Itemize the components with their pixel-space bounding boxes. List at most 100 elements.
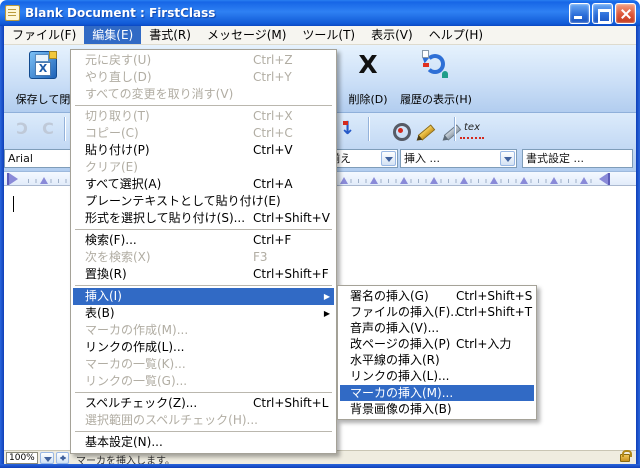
menu-item-spell-check[interactable]: スペルチェック(Z)...Ctrl+Shift+L <box>73 395 334 412</box>
submenu-item-insert-file[interactable]: ファイルの挿入(F)...Ctrl+Shift+T <box>340 304 534 320</box>
submenu-arrow-icon: ▶ <box>324 288 330 305</box>
zoom-input[interactable]: 100% <box>6 452 38 464</box>
menu-item-paste-plain-text[interactable]: プレーンテキストとして貼り付け(E) <box>73 193 334 210</box>
history-label: 履歴の表示(H) <box>396 91 476 107</box>
menu-item-label: 音声の挿入(V)... <box>350 321 439 335</box>
menu-item-cut[interactable]: 切り取り(T)Ctrl+X <box>73 108 334 125</box>
insert-combobox[interactable]: 挿入 ... <box>400 149 517 168</box>
menu-item-link-list[interactable]: リンクの一覧(G)... <box>73 373 334 390</box>
menu-item-marker-list[interactable]: マーカの一覧(K)... <box>73 356 334 373</box>
menu-item-label: 挿入(I) <box>85 289 122 303</box>
ruler-tab-marker[interactable] <box>340 177 348 184</box>
close-button[interactable] <box>615 3 636 24</box>
menu-format[interactable]: 書式(R) <box>141 26 199 44</box>
menu-item-label: リンクの作成(L)... <box>85 340 185 354</box>
minimize-button[interactable] <box>569 3 590 24</box>
left-indent-marker[interactable] <box>9 173 18 185</box>
menu-item-shortcut: Ctrl+Y <box>253 69 292 86</box>
menu-item-label: 選択範囲のスペルチェック(H)... <box>85 413 258 427</box>
menu-tools[interactable]: ツール(T) <box>294 26 363 44</box>
ruler-tab-marker[interactable] <box>580 177 588 184</box>
menu-item-create-link[interactable]: リンクの作成(L)... <box>73 339 334 356</box>
menu-item-shortcut: Ctrl+Z <box>253 52 293 69</box>
menu-item-label: 水平線の挿入(R) <box>350 353 440 367</box>
floppy-x-glyph: X <box>35 62 51 76</box>
menu-item-undo[interactable]: 元に戻す(U) Ctrl+Z <box>73 52 334 69</box>
format-settings-combobox[interactable]: 書式設定 ... <box>522 149 633 168</box>
chevron-down-icon[interactable] <box>500 151 515 166</box>
menu-item-label: 元に戻す(U) <box>85 53 151 67</box>
history-icon <box>421 50 451 80</box>
menu-item-shortcut: F3 <box>253 249 268 266</box>
menu-item-revert-all[interactable]: すべての変更を取り消す(V) <box>73 86 334 103</box>
ruler-tab-marker[interactable] <box>460 177 468 184</box>
menu-item-label: 切り取り(T) <box>85 109 150 123</box>
ruler-tab-marker[interactable] <box>430 177 438 184</box>
submenu-item-insert-signature[interactable]: 署名の挿入(G)Ctrl+Shift+S <box>340 288 534 304</box>
menu-item-label: マーカの挿入(M)... <box>350 386 453 400</box>
submenu-item-insert-voice[interactable]: 音声の挿入(V)... <box>340 320 534 336</box>
menu-item-label: 背景画像の挿入(B) <box>350 402 452 416</box>
menu-item-find-next[interactable]: 次を検索(X)F3 <box>73 249 334 266</box>
menu-item-paste-special[interactable]: 形式を選択して貼り付け(S)...Ctrl+Shift+V <box>73 210 334 227</box>
menu-item-label: リンクの挿入(L)... <box>350 369 450 383</box>
menu-help[interactable]: ヘルプ(H) <box>421 26 491 44</box>
ruler-tab-marker[interactable] <box>490 177 498 184</box>
menu-item-label: やり直し(D) <box>85 70 152 84</box>
window-border-left <box>0 26 4 468</box>
titlebar[interactable]: Blank Document : FirstClass <box>0 0 640 26</box>
spell-check-icon[interactable]: tex <box>460 119 484 139</box>
save-close-button[interactable]: X 保存して閉 <box>10 47 76 110</box>
menu-item-label: 形式を選択して貼り付け(S)... <box>85 211 245 225</box>
insert-download-icon[interactable]: ↓ <box>340 118 355 139</box>
menu-edit[interactable]: 編集(E) <box>84 26 141 44</box>
history-person <box>442 71 448 78</box>
zoom-spinner[interactable] <box>56 452 69 464</box>
ruler-tab-marker[interactable] <box>550 177 558 184</box>
menu-item-select-all[interactable]: すべて選択(A)Ctrl+A <box>73 176 334 193</box>
history-page <box>422 50 429 58</box>
submenu-item-insert-link[interactable]: リンクの挿入(L)... <box>340 368 534 384</box>
menu-item-create-marker[interactable]: マーカの作成(M)... <box>73 322 334 339</box>
undo-icon[interactable]: C <box>10 117 34 141</box>
menu-file[interactable]: ファイル(F) <box>4 26 84 44</box>
show-history-button[interactable]: 履歴の表示(H) <box>396 47 476 110</box>
menu-item-label: マーカの一覧(K)... <box>85 357 186 371</box>
menu-item-label: 貼り付け(P) <box>85 143 150 157</box>
menu-item-spell-check-selection[interactable]: 選択範囲のスペルチェック(H)... <box>73 412 334 429</box>
submenu-item-insert-marker[interactable]: マーカの挿入(M)... <box>340 385 534 401</box>
menu-item-insert[interactable]: 挿入(I) ▶ <box>73 288 334 305</box>
maximize-button[interactable] <box>592 3 613 24</box>
menu-item-label: 検索(F)... <box>85 233 137 247</box>
ruler-tab-marker[interactable] <box>370 177 378 184</box>
zoom-dropdown-icon[interactable] <box>40 452 54 464</box>
toolbar-separator <box>368 117 369 141</box>
menu-view[interactable]: 表示(V) <box>363 26 421 44</box>
delete-button[interactable]: X 削除(D) <box>340 47 396 110</box>
ruler-tab-marker[interactable] <box>400 177 408 184</box>
menu-item-preferences[interactable]: 基本設定(N)... <box>73 434 334 451</box>
menu-item-find[interactable]: 検索(F)...Ctrl+F <box>73 232 334 249</box>
menu-item-replace[interactable]: 置換(R)Ctrl+Shift+F <box>73 266 334 283</box>
submenu-item-insert-page-break[interactable]: 改ページの挿入(P)Ctrl+入力 <box>340 336 534 352</box>
text-caret <box>13 196 14 212</box>
font-value: Arial <box>8 152 33 165</box>
redo-icon[interactable]: C <box>36 117 60 141</box>
menu-item-shortcut: Ctrl+A <box>253 176 293 193</box>
submenu-item-insert-background-image[interactable]: 背景画像の挿入(B) <box>340 401 534 417</box>
app-window: Blank Document : FirstClass ファイル(F) 編集(E… <box>0 0 640 468</box>
right-indent-marker[interactable] <box>599 173 608 185</box>
menu-item-paste[interactable]: 貼り付け(P)Ctrl+V <box>73 142 334 159</box>
menu-item-table[interactable]: 表(B)▶ <box>73 305 334 322</box>
chevron-down-icon[interactable] <box>381 151 396 166</box>
menu-message[interactable]: メッセージ(M) <box>199 26 294 44</box>
submenu-item-insert-horizontal-line[interactable]: 水平線の挿入(R) <box>340 352 534 368</box>
ruler-tab-marker[interactable] <box>40 177 48 184</box>
menu-item-copy[interactable]: コピー(C)Ctrl+C <box>73 125 334 142</box>
menu-item-clear[interactable]: クリア(E) <box>73 159 334 176</box>
menu-item-label: プレーンテキストとして貼り付け(E) <box>85 194 281 208</box>
menu-item-redo[interactable]: やり直し(D) Ctrl+Y <box>73 69 334 86</box>
menu-item-label: リンクの一覧(G)... <box>85 374 187 388</box>
ruler-tab-marker[interactable] <box>520 177 528 184</box>
menu-item-label: ファイルの挿入(F)... <box>350 305 462 319</box>
